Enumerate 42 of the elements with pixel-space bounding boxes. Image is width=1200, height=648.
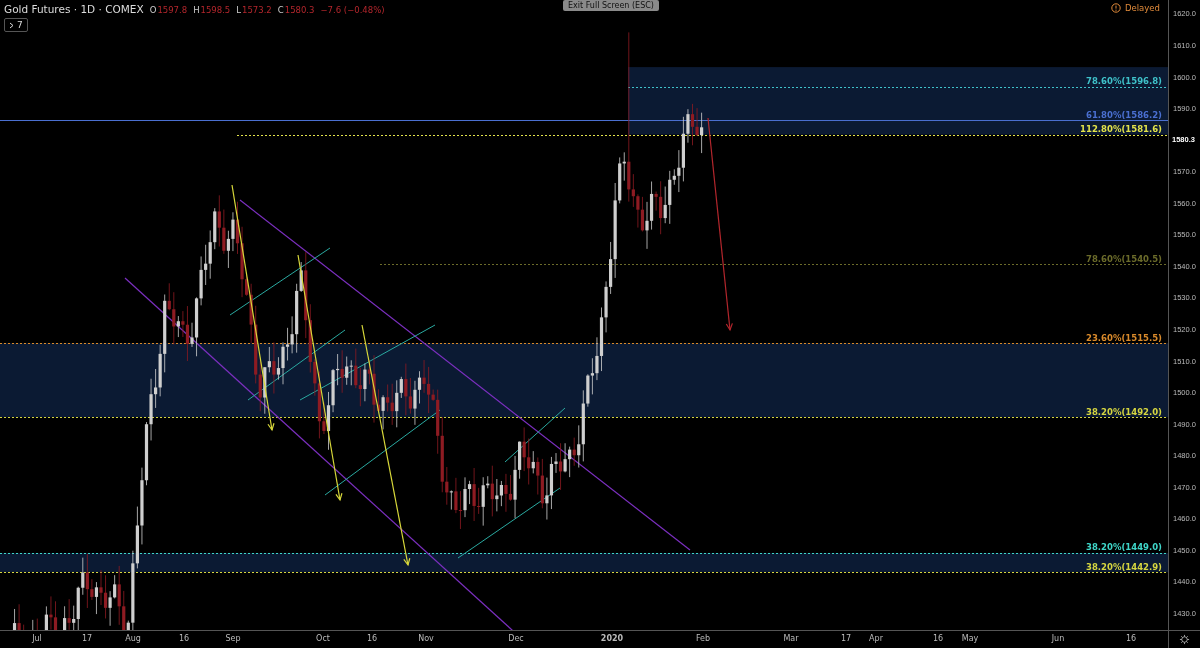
time-axis-label: 16 bbox=[366, 634, 378, 643]
time-axis-label: Oct bbox=[316, 634, 330, 643]
time-axis-label: 2020 bbox=[600, 634, 624, 643]
ohlc-key: C bbox=[277, 5, 284, 15]
fib-level-label: 38.20%(1442.9) bbox=[1086, 561, 1162, 572]
ohlc-key: H bbox=[193, 5, 200, 15]
fib-level-label: 61.80%(1586.2) bbox=[1086, 109, 1162, 120]
delayed-status: Delayed bbox=[1125, 3, 1160, 13]
time-axis-label: Feb bbox=[695, 634, 711, 643]
ohlc-value: 1580.3 bbox=[284, 5, 315, 15]
time-axis-label: Mar bbox=[783, 634, 799, 643]
ohlc-value: 1573.2 bbox=[242, 5, 272, 15]
symbol-title: Gold Futures · 1D · COMEX bbox=[4, 3, 144, 15]
ohlc-value: 1598.5 bbox=[200, 5, 231, 15]
ohlc-key: L bbox=[236, 5, 242, 15]
time-axis-label: 17 bbox=[840, 634, 852, 643]
time-axis-label: Jun bbox=[1051, 634, 1065, 643]
fib-level-label: 78.60%(1596.8) bbox=[1086, 76, 1162, 87]
fib-level-label: 78.60%(1540.5) bbox=[1086, 253, 1162, 264]
time-axis-label: Apr bbox=[869, 634, 883, 643]
time-axis-label: Dec bbox=[508, 634, 524, 643]
time-axis-label: 16 bbox=[932, 634, 944, 643]
fib-level-label: 38.20%(1492.0) bbox=[1086, 406, 1162, 417]
ohlc-value: 1597.8 bbox=[157, 5, 188, 15]
time-axis-label: 16 bbox=[178, 634, 190, 643]
fib-level-label: 112.80%(1581.6) bbox=[1080, 124, 1162, 135]
price-change: −7.6 (−0.48%) bbox=[320, 5, 385, 15]
time-axis-label: 17 bbox=[81, 634, 93, 643]
time-axis-label: 16 bbox=[1125, 634, 1137, 643]
time-axis-label: Sep bbox=[225, 634, 241, 643]
exit-fullscreen-tooltip[interactable]: Exit Full Screen (ESC) bbox=[563, 0, 659, 11]
fib-level-label: 38.20%(1449.0) bbox=[1086, 542, 1162, 553]
time-axis-label: May bbox=[961, 634, 979, 643]
time-axis-label: Nov bbox=[418, 634, 434, 643]
indicators-button[interactable]: 7 bbox=[4, 18, 28, 32]
settings-icon[interactable] bbox=[1179, 634, 1190, 645]
fib-level-label: 23.60%(1515.5) bbox=[1086, 332, 1162, 343]
time-axis-label: Aug bbox=[125, 634, 141, 643]
ohlc-key: O bbox=[149, 5, 157, 15]
warning-icon bbox=[1111, 3, 1121, 13]
time-axis-label: Jul bbox=[32, 634, 42, 643]
chevron-icon bbox=[9, 21, 14, 29]
